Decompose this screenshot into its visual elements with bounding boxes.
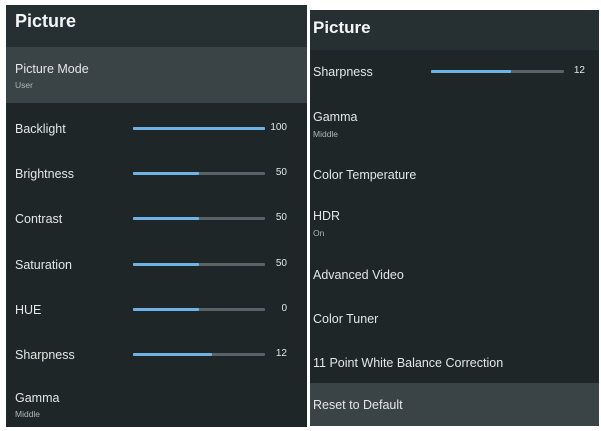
gamma-item[interactable]: Gamma Middle: [6, 383, 307, 427]
brightness-value: 50: [275, 167, 287, 178]
color-tuner-label: Color Tuner: [313, 312, 379, 326]
backlight-label: Backlight: [15, 122, 66, 136]
reset-to-default-item[interactable]: Reset to Default: [310, 383, 599, 426]
sharpness-value: 12: [275, 348, 287, 359]
right-panel-title: Picture: [313, 18, 371, 37]
right-sharpness-slider-fill: [431, 70, 511, 73]
right-picture-panel: Picture Sharpness 12 Gamma Middle Color …: [310, 10, 599, 426]
white-balance-label: 11 Point White Balance Correction: [313, 356, 504, 370]
contrast-slider[interactable]: [133, 217, 265, 220]
backlight-slider[interactable]: [133, 127, 265, 130]
contrast-slider-fill: [133, 217, 199, 220]
saturation-item[interactable]: Saturation 50: [6, 251, 307, 281]
color-temperature-label: Color Temperature: [313, 168, 417, 182]
saturation-slider-fill: [133, 263, 199, 266]
color-temperature-item[interactable]: Color Temperature: [310, 162, 599, 190]
picture-mode-value: User: [15, 80, 33, 90]
right-gamma-item[interactable]: Gamma Middle: [310, 104, 599, 148]
right-sharpness-item[interactable]: Sharpness 12: [310, 58, 599, 86]
hdr-value: On: [313, 228, 325, 238]
saturation-label: Saturation: [15, 258, 72, 272]
gamma-value: Middle: [15, 409, 41, 419]
color-tuner-item[interactable]: Color Tuner: [310, 306, 599, 334]
sharpness-label: Sharpness: [15, 348, 75, 362]
hue-slider[interactable]: [133, 308, 265, 311]
contrast-value: 50: [275, 212, 287, 223]
brightness-slider[interactable]: [133, 172, 265, 175]
brightness-label: Brightness: [15, 167, 75, 181]
picture-mode-label: Picture Mode: [15, 62, 89, 76]
hue-label: HUE: [15, 303, 42, 317]
right-sharpness-label: Sharpness: [313, 65, 373, 79]
backlight-item[interactable]: Backlight 100: [6, 115, 307, 145]
sharpness-slider-fill: [133, 353, 213, 356]
hue-slider-fill: [133, 308, 199, 311]
contrast-label: Contrast: [15, 212, 63, 226]
sharpness-item[interactable]: Sharpness 12: [6, 341, 307, 371]
right-sharpness-slider[interactable]: [431, 70, 564, 73]
right-sharpness-value: 12: [573, 65, 585, 76]
left-panel-title: Picture: [15, 11, 77, 31]
white-balance-item[interactable]: 11 Point White Balance Correction: [310, 350, 599, 378]
backlight-value: 100: [270, 122, 287, 133]
gamma-label: Gamma: [15, 391, 60, 405]
saturation-slider[interactable]: [133, 263, 265, 266]
hdr-label: HDR: [313, 209, 341, 223]
left-picture-panel: Picture Picture Mode User Backlight 100 …: [6, 5, 307, 427]
picture-mode-item[interactable]: Picture Mode User: [6, 47, 307, 103]
right-gamma-label: Gamma: [313, 110, 358, 124]
advanced-video-label: Advanced Video: [313, 268, 404, 282]
advanced-video-item[interactable]: Advanced Video: [310, 262, 599, 290]
right-gamma-value: Middle: [313, 129, 339, 139]
backlight-slider-fill: [133, 127, 265, 130]
saturation-value: 50: [275, 258, 287, 269]
sharpness-slider[interactable]: [133, 353, 265, 356]
contrast-item[interactable]: Contrast 50: [6, 205, 307, 235]
hdr-item[interactable]: HDR On: [310, 203, 599, 247]
hue-item[interactable]: HUE 0: [6, 296, 307, 326]
reset-to-default-label: Reset to Default: [313, 398, 403, 412]
brightness-item[interactable]: Brightness 50: [6, 160, 307, 190]
hue-value: 0: [281, 303, 287, 314]
brightness-slider-fill: [133, 172, 199, 175]
